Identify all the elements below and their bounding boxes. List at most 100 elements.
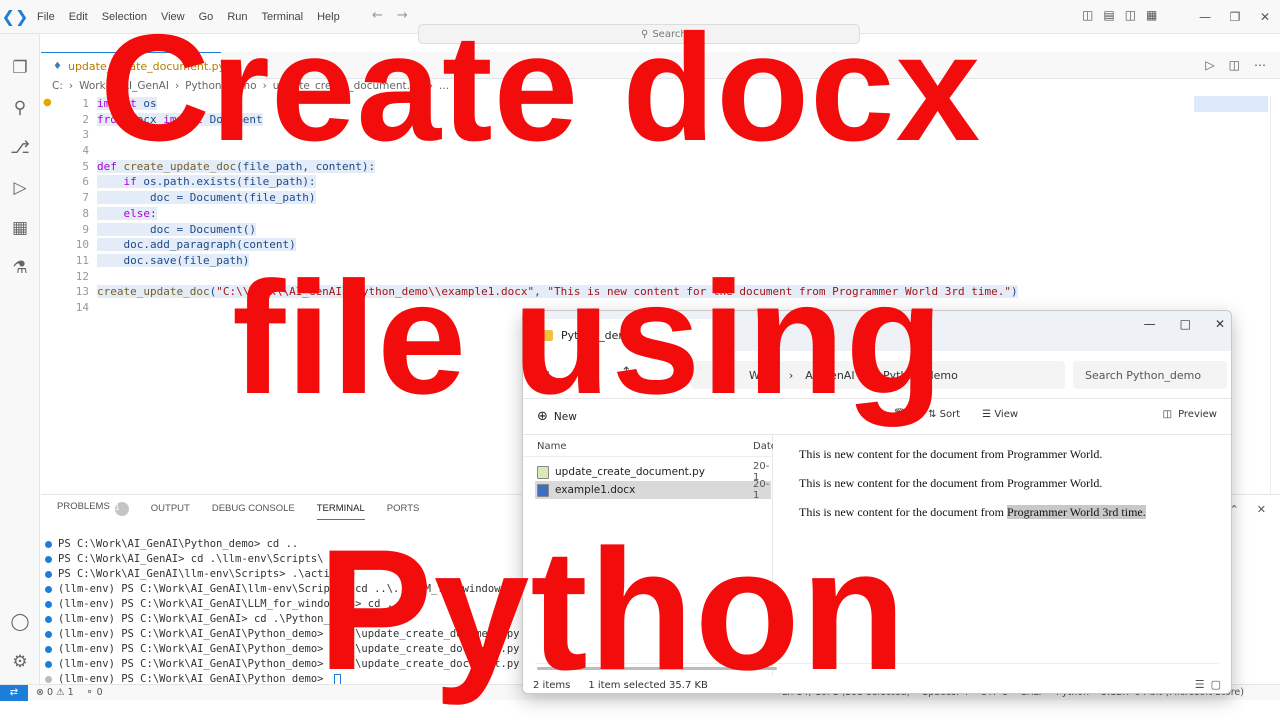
terminal-text: (llm-env) PS C:\Work\AI_GenAI\llm-env\Sc… [58,583,526,595]
explorer-icon[interactable]: ❐ [8,56,32,80]
tiles-view-icon[interactable]: ▢ [1211,678,1221,691]
menu-file[interactable]: File [30,11,62,23]
extensions-icon[interactable]: ▦ [8,216,32,240]
file-row[interactable]: update_create_document.py 20-1 [535,461,771,483]
toggle-secondary-sidebar-icon[interactable]: ◫ [1125,8,1136,22]
testing-icon[interactable]: ⚗ [8,256,32,280]
file-list: Name Date update_create_document.py 20-1… [523,435,777,675]
editor-scrollbar[interactable] [1270,96,1280,496]
tab-ports[interactable]: PORTS [387,501,420,520]
view-button[interactable]: ☰ View [982,409,1018,420]
close-icon[interactable]: ✕ [1215,317,1225,331]
run-debug-icon[interactable]: ▷ [8,176,32,200]
terminal-text: PS C:\Work\AI_GenAI\Python_demo> cd .. [58,538,299,550]
menu-go[interactable]: Go [192,11,221,23]
menu-terminal[interactable]: Terminal [255,11,311,23]
toggle-sidebar-icon[interactable]: ◫ [1082,8,1093,22]
delete-icon[interactable]: 🗑 [893,409,906,420]
code-token: def [97,159,117,173]
column-name[interactable]: Name [537,441,567,452]
gear-icon[interactable]: ⚙ [8,650,32,674]
ports-status[interactable]: ⚬ 0 [86,687,103,698]
run-file-icon[interactable]: ▷ [1205,58,1214,72]
menu-edit[interactable]: Edit [62,11,95,23]
menu-run[interactable]: Run [220,11,254,23]
menu-selection[interactable]: Selection [95,11,154,23]
explorer-horizontal-scrollbar[interactable] [535,663,1219,675]
explorer-tab[interactable]: Python_demo [529,319,729,351]
restore-icon[interactable]: ❐ [1220,10,1250,24]
code-string: "This is new content for the document fr… [547,285,1011,299]
search-icon[interactable]: ⚲ [8,96,32,120]
explorer-command-bar: ⊕ New ↗ 🗑 ⇅ Sort ☰ View ◫ Preview [523,399,1231,435]
close-panel-icon[interactable]: ✕ [1257,503,1266,516]
python-file-icon [537,465,549,479]
code-line: doc.save(file_path) [97,253,1018,269]
customize-layout-icon[interactable]: ▦ [1146,8,1157,22]
layout-controls: ◫ ▤ ◫ ▦ [1082,8,1157,22]
code-line: def create_update_doc(file_path, content… [97,159,1018,175]
breadcrumb-item[interactable]: Work [79,80,106,96]
file-row-selected[interactable]: example1.docx 20-1 [535,479,771,501]
toggle-panel-icon[interactable]: ▤ [1103,8,1114,22]
back-arrow-icon[interactable]: ← [372,8,383,23]
minimize-icon[interactable]: — [1144,317,1156,331]
back-arrow-icon[interactable]: ← [539,365,550,380]
tab-update-create-document[interactable]: ♦ update_create_document.py 1 [41,52,238,79]
share-icon[interactable]: ↗ [863,409,871,420]
code-line: doc.add_paragraph(content) [97,237,1018,253]
up-arrow-icon[interactable]: ↑ [621,365,632,380]
maximize-icon[interactable]: □ [1180,317,1191,331]
forward-arrow-icon[interactable]: → [580,365,591,380]
breadcrumb-item[interactable]: update_create_document.py [273,80,423,96]
path-segment[interactable]: AI_GenAI [805,369,854,382]
path-segment[interactable]: Work [749,369,777,382]
remote-icon[interactable]: ⇄ [0,684,28,701]
scrollbar-thumb[interactable] [537,667,777,670]
command-search-box[interactable]: ⚲ Search [418,24,860,44]
address-path[interactable]: Work › AI_GenAI › Python_demo [691,361,1065,389]
minimap[interactable] [1194,96,1268,112]
path-segment[interactable]: Python_demo [883,369,958,382]
tab-debug-console[interactable]: DEBUG CONSOLE [212,501,295,520]
source-control-icon[interactable]: ⎇ [8,136,32,160]
command-decoration-icon [45,556,52,563]
menu-view[interactable]: View [154,11,192,23]
command-decoration-icon [45,571,52,578]
line-number: 1 [82,97,89,110]
new-button[interactable]: ⊕ New [537,409,577,424]
explorer-search-input[interactable]: Search Python_demo [1073,361,1227,389]
breadcrumb-item[interactable]: AI_GenAI [122,80,169,96]
code-editor[interactable]: import os from docx import Document def … [97,96,1018,316]
sort-label: Sort [939,409,961,420]
tab-problems[interactable]: PROBLEMS 1 [57,501,129,520]
details-view-icon[interactable]: ☰ [1195,678,1205,691]
terminal-line: (llm-env) PS C:\Work\AI_GenAI\llm-env\Sc… [45,582,526,597]
view-label: View [994,409,1019,420]
preview-paragraph: This is new content for the document fro… [799,447,1103,461]
breadcrumb-item[interactable]: Python_demo [185,80,256,96]
minimize-icon[interactable]: — [1190,10,1220,24]
problems-status[interactable]: ⊗ 0 ⚠ 1 [36,687,74,698]
breadcrumb-item[interactable]: C: [52,80,63,96]
forward-arrow-icon[interactable]: → [397,8,408,23]
code-token: os [136,97,157,110]
plus-circle-icon: ⊕ [537,409,548,424]
preview-paragraph: This is new content for the document fro… [799,476,1103,490]
split-editor-icon[interactable]: ◫ [1229,58,1240,72]
menu-help[interactable]: Help [310,11,347,23]
code-token: doc = Document(file_path) [149,191,316,205]
close-icon[interactable]: ✕ [1250,10,1280,24]
sort-button[interactable]: ⇅ Sort [928,409,960,420]
code-token: import [97,97,137,110]
breadcrumb-item[interactable]: ... [439,80,449,96]
account-icon[interactable]: ◯ [8,610,32,634]
tab-output[interactable]: OUTPUT [151,501,190,520]
tab-terminal[interactable]: TERMINAL [316,501,365,520]
command-decoration-icon [45,616,52,623]
more-actions-icon[interactable]: ⋯ [1254,58,1266,72]
terminal-output[interactable]: PS C:\Work\AI_GenAI\Python_demo> cd .. P… [45,537,526,687]
preview-button[interactable]: ◫ Preview [1163,409,1217,420]
